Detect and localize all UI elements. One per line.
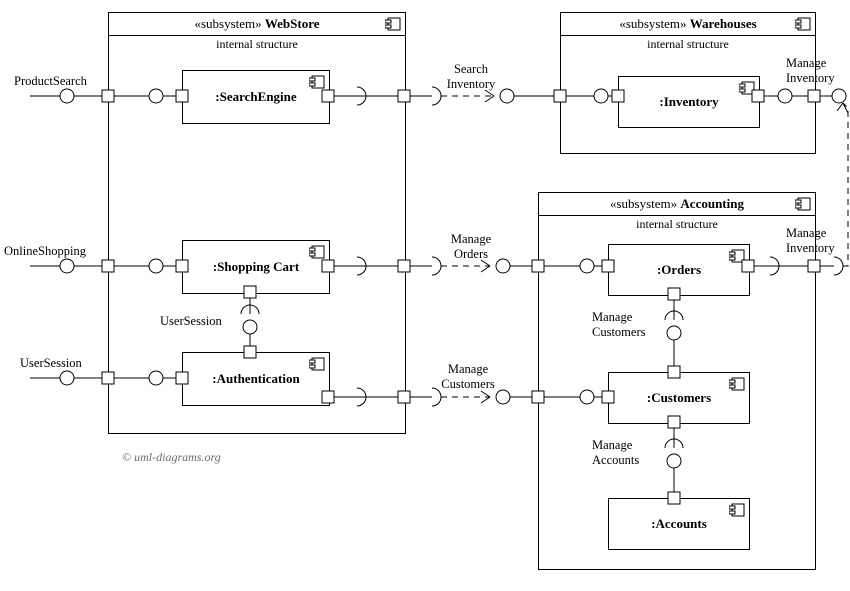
iface-usersession-ext-label: UserSession [20, 356, 82, 371]
iface-onlineshopping-label: OnlineShopping [4, 244, 86, 259]
iface-manageorders-label: Manage Orders [436, 232, 506, 262]
copyright-label: © uml-diagrams.org [122, 450, 221, 465]
iface-manageaccounts-label: Manage Accounts [592, 438, 672, 468]
iface-productsearch-label: ProductSearch [14, 74, 87, 89]
connectors-layer [0, 0, 850, 591]
iface-manageinventory-top-label: Manage Inventory [786, 56, 850, 86]
diagram-canvas: «subsystem» WebStore internal structure … [0, 0, 850, 591]
iface-manageinventory-right-label: Manage Inventory [786, 226, 850, 256]
iface-managecustomers-int-label: Manage Customers [592, 310, 672, 340]
iface-managecustomers-ext-label: Manage Customers [428, 362, 508, 392]
iface-searchinventory-label: Search Inventory [436, 62, 506, 92]
iface-usersession-int-label: UserSession [160, 314, 222, 329]
